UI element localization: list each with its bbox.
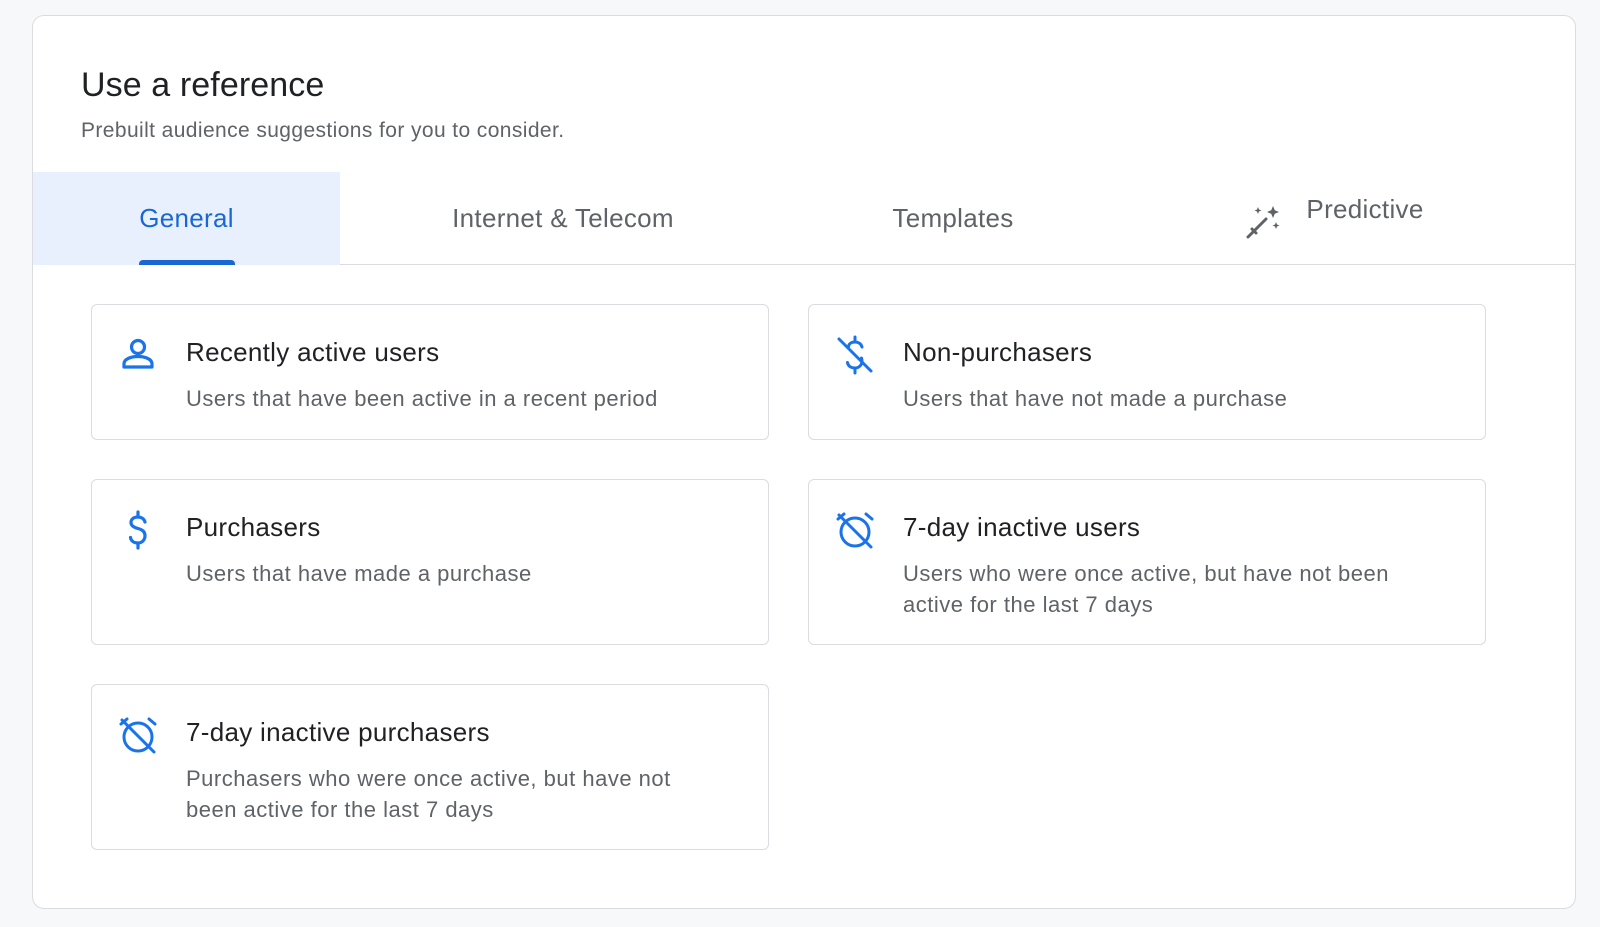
panel-header: Use a reference Prebuilt audience sugges… — [81, 66, 564, 143]
card-title: Non-purchasers — [903, 337, 1093, 367]
card-title: Purchasers — [186, 512, 321, 542]
audience-card-purchasers[interactable]: Purchasers Users that have made a purcha… — [91, 479, 769, 645]
tab-label: Templates — [892, 203, 1014, 233]
card-description: Users that have made a purchase — [186, 561, 532, 586]
tab-label: General — [139, 203, 234, 233]
use-reference-panel: Use a reference Prebuilt audience sugges… — [32, 15, 1576, 909]
card-title: Recently active users — [186, 337, 440, 367]
card-title: 7-day inactive users — [903, 512, 1141, 542]
active-tab-indicator — [138, 260, 235, 265]
tab-label: Internet & Telecom — [452, 203, 674, 233]
alarm-off-icon — [119, 717, 157, 754]
audience-card-recently-active-users[interactable]: Recently active users Users that have be… — [91, 304, 769, 440]
person-icon — [122, 338, 154, 369]
card-description: Users that have not made a purchase — [903, 386, 1288, 411]
card-description: Users who were once active, but have not… — [903, 561, 1389, 617]
card-description: Users that have been active in a recent … — [186, 386, 658, 411]
audience-card-7-day-inactive-purchasers[interactable]: 7-day inactive purchasers Purchasers who… — [91, 684, 769, 850]
tab-general[interactable]: General — [33, 172, 340, 265]
page-title: Use a reference — [81, 66, 325, 104]
card-description: Purchasers who were once active, but hav… — [186, 766, 671, 822]
card-title: 7-day inactive purchasers — [186, 717, 490, 747]
page-subtitle: Prebuilt audience suggestions for you to… — [81, 119, 565, 142]
dollar-icon — [128, 510, 147, 550]
audience-card-7-day-inactive-users[interactable]: 7-day inactive users Users who were once… — [808, 479, 1486, 645]
money-off-icon — [837, 335, 873, 375]
tab-templates[interactable]: Templates — [833, 172, 1073, 265]
tab-bar: General Internet & Telecom Templates Pre… — [33, 172, 1575, 265]
alarm-off-icon — [836, 512, 874, 549]
magic-wand-icon — [1246, 205, 1280, 238]
tab-internet-telecom[interactable]: Internet & Telecom — [403, 172, 723, 265]
audience-card-non-purchasers[interactable]: Non-purchasers Users that have not made … — [808, 304, 1486, 440]
tab-label: Predictive — [1306, 194, 1424, 224]
tab-predictive[interactable]: Predictive — [1213, 172, 1453, 265]
